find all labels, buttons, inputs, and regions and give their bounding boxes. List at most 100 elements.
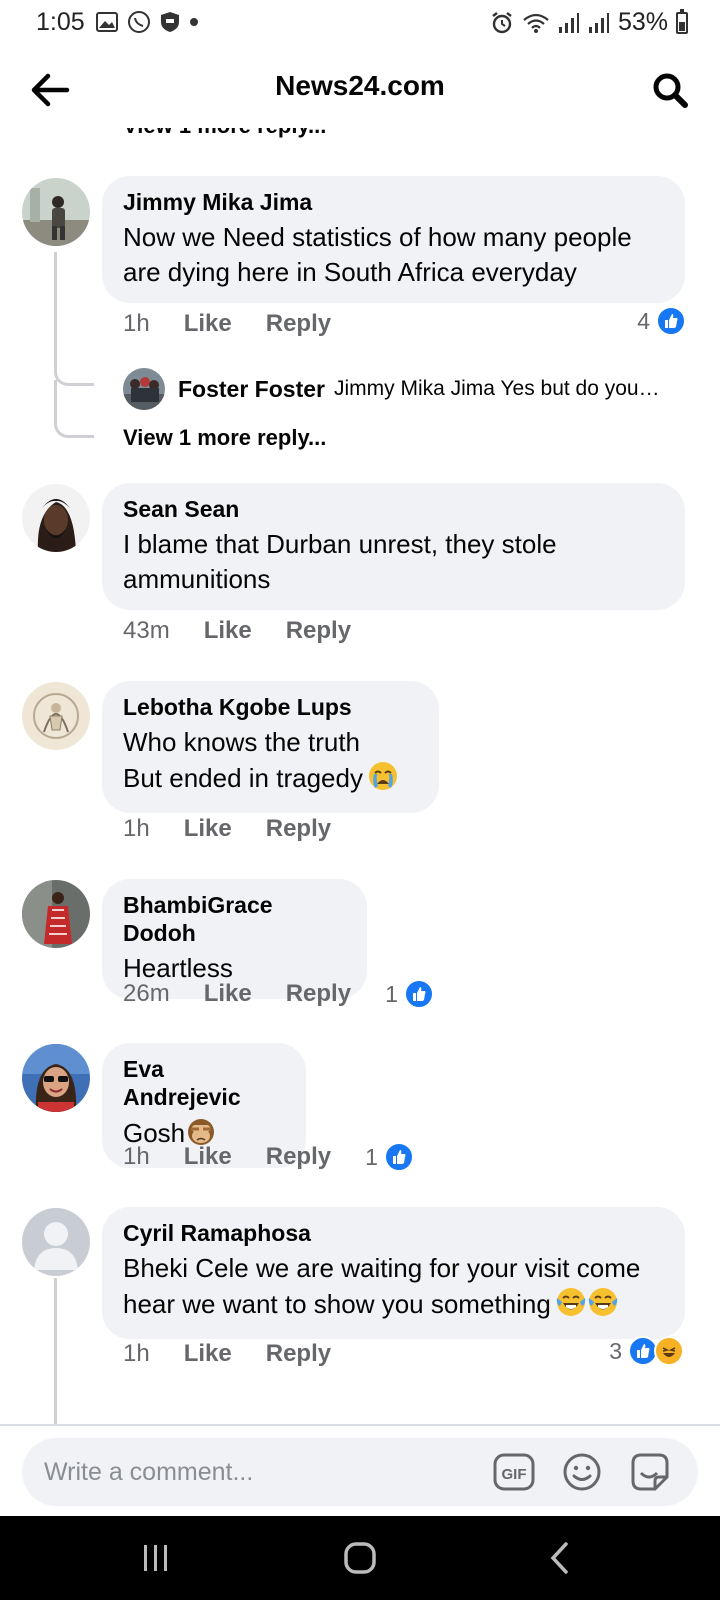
battery-icon: [676, 8, 688, 34]
reply-author[interactable]: Foster Foster: [178, 376, 325, 403]
comment-text: Bheki Cele we are waiting for your visit…: [123, 1253, 641, 1283]
view-more-replies-link[interactable]: View 1 more reply...: [123, 425, 326, 451]
like-button[interactable]: Like: [204, 617, 252, 645]
comment-bubble: Jimmy Mika Jima Now we Need statistics o…: [102, 176, 685, 303]
comments-list: View 1 more reply... Jimmy Mika Jima Now…: [0, 128, 720, 1424]
comment-actions: 1h Like Reply: [123, 1340, 331, 1368]
whatsapp-icon: [128, 11, 150, 33]
comment-text: are dying here in South Africa everyday: [123, 257, 577, 287]
gif-icon: GIF: [493, 1453, 535, 1491]
haha-reaction-icon: [654, 1336, 684, 1366]
reaction-count: 1: [365, 1143, 378, 1170]
reply-button[interactable]: Reply: [286, 617, 351, 645]
reaction-count: 1: [385, 980, 398, 1007]
reply-button[interactable]: Reply: [266, 310, 331, 338]
comment-actions: 1h Like Reply: [123, 310, 331, 338]
comment-bubble: Lebotha Kgobe Lups Who knows the truth B…: [102, 681, 439, 813]
like-button[interactable]: Like: [184, 310, 232, 338]
like-button[interactable]: Like: [184, 815, 232, 843]
app-header: News24.com: [0, 54, 720, 128]
status-bar: 1:05 53%: [0, 0, 720, 46]
comment-author[interactable]: Lebotha Kgobe Lups: [123, 693, 419, 721]
comment-actions: 43m Like Reply: [123, 617, 351, 645]
avatar[interactable]: [22, 1044, 90, 1112]
tears-of-joy-emoji-icon: [557, 1288, 586, 1316]
page-title: News24.com: [275, 70, 445, 101]
recent-apps-button[interactable]: [126, 1534, 186, 1582]
avatar[interactable]: [22, 682, 90, 750]
status-right: 53%: [490, 8, 688, 37]
like-reaction-icon: [656, 306, 686, 336]
home-icon: [344, 1542, 376, 1574]
like-button[interactable]: Like: [184, 1143, 232, 1171]
comment-actions: 1h Like Reply: [123, 815, 331, 843]
like-button[interactable]: Like: [204, 980, 252, 1008]
sticker-icon: [631, 1453, 669, 1491]
system-nav-bar: [0, 1516, 720, 1600]
comment-time: 1h: [123, 815, 150, 842]
comment-text: But ended in tragedy: [123, 763, 363, 793]
battery-percent: 53%: [617, 8, 668, 36]
comment-time: 43m: [123, 617, 170, 644]
comment-time: 1h: [123, 1340, 150, 1367]
comment-text-line: hear we want to show you something: [123, 1286, 665, 1326]
view-more-replies-link[interactable]: View 1 more reply...: [123, 128, 326, 139]
comment-time: 26m: [123, 980, 170, 1007]
like-button[interactable]: Like: [184, 1340, 232, 1368]
reply-button[interactable]: Reply: [286, 980, 351, 1008]
recent-apps-icon: [144, 1545, 167, 1571]
search-button[interactable]: [644, 64, 696, 116]
reply-button[interactable]: Reply: [266, 815, 331, 843]
comment-text: I blame that Durban unrest, they stole: [123, 529, 557, 559]
home-button[interactable]: [330, 1534, 390, 1582]
thread-connector: [54, 338, 94, 386]
like-reaction-icon: [383, 1142, 414, 1172]
comment-author[interactable]: Cyril Ramaphosa: [123, 1219, 665, 1247]
sticker-button[interactable]: [628, 1450, 672, 1494]
comment-author[interactable]: Jimmy Mika Jima: [123, 188, 665, 216]
comment-text: Now we Need statistics of how many peopl…: [123, 222, 632, 252]
comment-actions: 26m Like Reply 1: [123, 979, 434, 1009]
comment-author[interactable]: Eva Andrejevic: [123, 1055, 286, 1111]
crying-emoji-icon: [369, 762, 398, 790]
comment-composer: GIF: [22, 1438, 698, 1506]
status-time: 1:05: [36, 8, 85, 36]
thread-line: [54, 1278, 57, 1424]
search-icon: [653, 73, 688, 108]
comment-text: ammunitions: [123, 564, 271, 594]
reply-text: Jimmy Mika Jima Yes but do you…: [333, 377, 660, 400]
shield-icon: [161, 12, 179, 32]
thread-connector: [54, 380, 94, 438]
like-reaction-icon: [403, 979, 434, 1009]
signal-icon: [558, 12, 579, 33]
emoji-icon: [563, 1453, 601, 1491]
avatar[interactable]: [22, 1208, 90, 1276]
avatar[interactable]: [22, 880, 90, 948]
reply-preview[interactable]: Foster Foster Jimmy Mika Jima Yes but do…: [123, 368, 660, 410]
comment-bubble: Cyril Ramaphosa Bheki Cele we are waitin…: [102, 1207, 685, 1339]
comment-text: hear we want to show you something: [123, 1289, 551, 1319]
avatar[interactable]: [22, 484, 90, 552]
comment-bubble: Sean Sean I blame that Durban unrest, th…: [102, 483, 685, 610]
emoji-button[interactable]: [560, 1450, 604, 1494]
comment-time: 1h: [123, 310, 150, 337]
reaction-summary[interactable]: 3: [609, 1336, 684, 1366]
reply-button[interactable]: Reply: [266, 1340, 331, 1368]
reply-avatar[interactable]: [123, 368, 165, 410]
back-nav-button[interactable]: [530, 1534, 590, 1582]
comment-text-line: But ended in tragedy: [123, 760, 419, 800]
comment-text: Who knows the truth: [123, 727, 360, 757]
reaction-summary[interactable]: 1: [365, 1142, 414, 1172]
reaction-summary[interactable]: 1: [385, 979, 434, 1009]
comment-author[interactable]: BhambiGrace Dodoh: [123, 891, 347, 947]
comment-actions: 1h Like Reply 1: [123, 1142, 414, 1172]
gif-button[interactable]: GIF: [492, 1450, 536, 1494]
reply-button[interactable]: Reply: [266, 1143, 331, 1171]
avatar[interactable]: [22, 178, 90, 246]
reaction-summary[interactable]: 4: [637, 306, 686, 336]
comment-input[interactable]: [44, 1438, 474, 1506]
notification-icons: [96, 10, 199, 34]
reaction-count: 4: [637, 307, 650, 334]
comment-author[interactable]: Sean Sean: [123, 495, 665, 523]
reaction-count: 3: [609, 1337, 622, 1364]
